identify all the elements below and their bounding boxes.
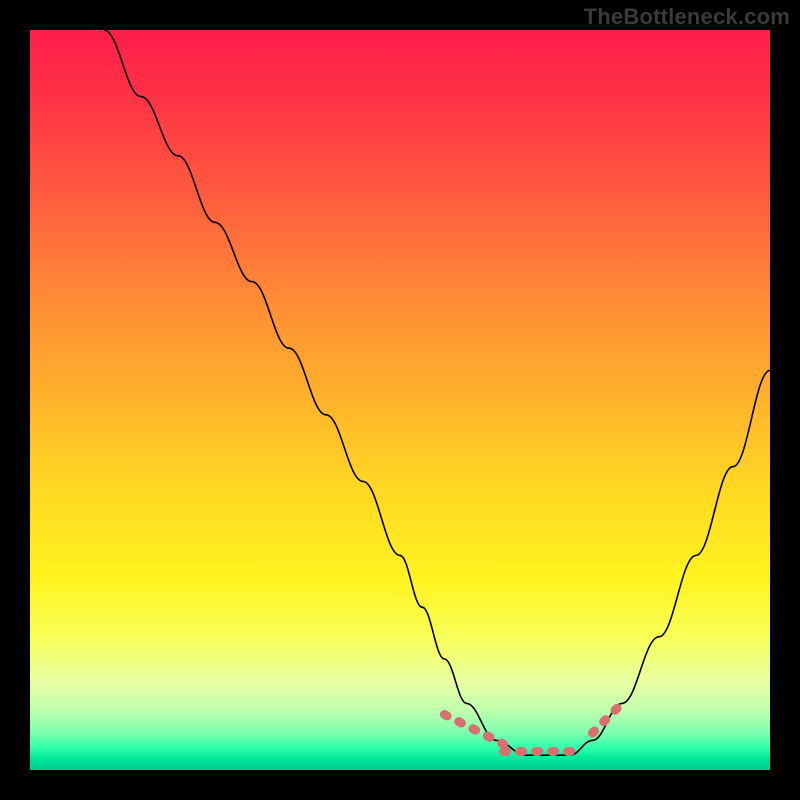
chart-frame: TheBottleneck.com <box>0 0 800 800</box>
highlight-left-dash <box>444 715 503 745</box>
highlight-right-dash <box>592 703 622 733</box>
chart-svg <box>30 30 770 770</box>
watermark-text: TheBottleneck.com <box>584 4 790 30</box>
bottleneck-curve-path <box>104 30 770 755</box>
chart-plot-area <box>30 30 770 770</box>
